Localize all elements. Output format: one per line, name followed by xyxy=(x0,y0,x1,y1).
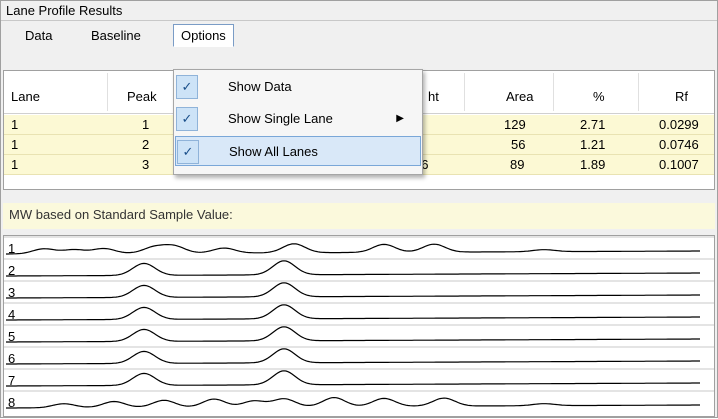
cell-lane: 1 xyxy=(11,117,19,132)
cell-area: 129 xyxy=(504,117,526,132)
menu-item-label: Show Data xyxy=(228,79,292,94)
menu-options[interactable]: Options xyxy=(173,24,234,47)
cell-area: 56 xyxy=(511,137,526,152)
cell-rf: 0.0299 xyxy=(659,117,699,132)
col-header-peak[interactable]: Peak xyxy=(127,71,157,114)
lane-profile-line xyxy=(6,370,700,387)
lane-profiles-panel: 12345678 xyxy=(3,235,715,417)
menu-data[interactable]: Data xyxy=(17,24,60,47)
lane-profile-line xyxy=(6,326,700,343)
col-header-height[interactable]: ht xyxy=(428,71,439,114)
col-separator xyxy=(107,73,108,111)
lane-profile-line xyxy=(6,396,700,409)
col-header-lane[interactable]: Lane xyxy=(11,71,40,114)
submenu-arrow-icon: ▶ xyxy=(396,113,404,124)
col-separator xyxy=(638,73,639,111)
menu-show-single-lane[interactable]: ✓ Show Single Lane ▶ xyxy=(174,104,422,134)
lane-profile-line xyxy=(6,282,700,299)
cell-peak: 3 xyxy=(142,157,150,172)
col-separator xyxy=(464,73,465,111)
cell-percent: 2.71 xyxy=(580,117,606,132)
lane-profiles-plot: 12345678 xyxy=(4,236,714,410)
cell-percent: 1.21 xyxy=(580,137,606,152)
menu-bar: Data Baseline Options xyxy=(1,21,717,49)
cell-percent: 1.89 xyxy=(580,157,606,172)
cell-peak: 1 xyxy=(142,117,150,132)
menu-item-label: Show All Lanes xyxy=(229,144,318,159)
lane-profile-line xyxy=(6,304,700,321)
lane-profile-line xyxy=(6,348,700,365)
cell-rf: 0.1007 xyxy=(659,157,699,172)
cell-rf: 0.0746 xyxy=(659,137,699,152)
cell-peak: 2 xyxy=(142,137,150,152)
col-separator xyxy=(553,73,554,111)
menu-show-all-lanes[interactable]: ✓ Show All Lanes xyxy=(175,136,421,166)
col-header-area[interactable]: Area xyxy=(506,71,533,114)
lane-profile-window: Lane Profile Results Data Baseline Optio… xyxy=(0,0,718,418)
check-icon: ✓ xyxy=(176,75,198,99)
lane-profile-line xyxy=(6,243,700,255)
cell-area: 89 xyxy=(510,157,525,172)
cell-lane: 1 xyxy=(11,157,19,172)
col-header-percent[interactable]: % xyxy=(593,71,605,114)
mw-info-bar: MW based on Standard Sample Value: xyxy=(3,203,715,229)
check-icon: ✓ xyxy=(177,140,199,164)
cell-lane: 1 xyxy=(11,137,19,152)
options-dropdown: ✓ Show Data ✓ Show Single Lane ▶ ✓ Show … xyxy=(173,69,423,175)
menu-item-label: Show Single Lane xyxy=(228,111,333,126)
col-header-rf[interactable]: Rf xyxy=(675,71,688,114)
menu-baseline[interactable]: Baseline xyxy=(83,24,149,47)
check-icon: ✓ xyxy=(176,107,198,131)
lane-profile-line xyxy=(6,260,700,277)
menu-show-data[interactable]: ✓ Show Data xyxy=(174,72,422,102)
window-title: Lane Profile Results xyxy=(1,1,717,21)
